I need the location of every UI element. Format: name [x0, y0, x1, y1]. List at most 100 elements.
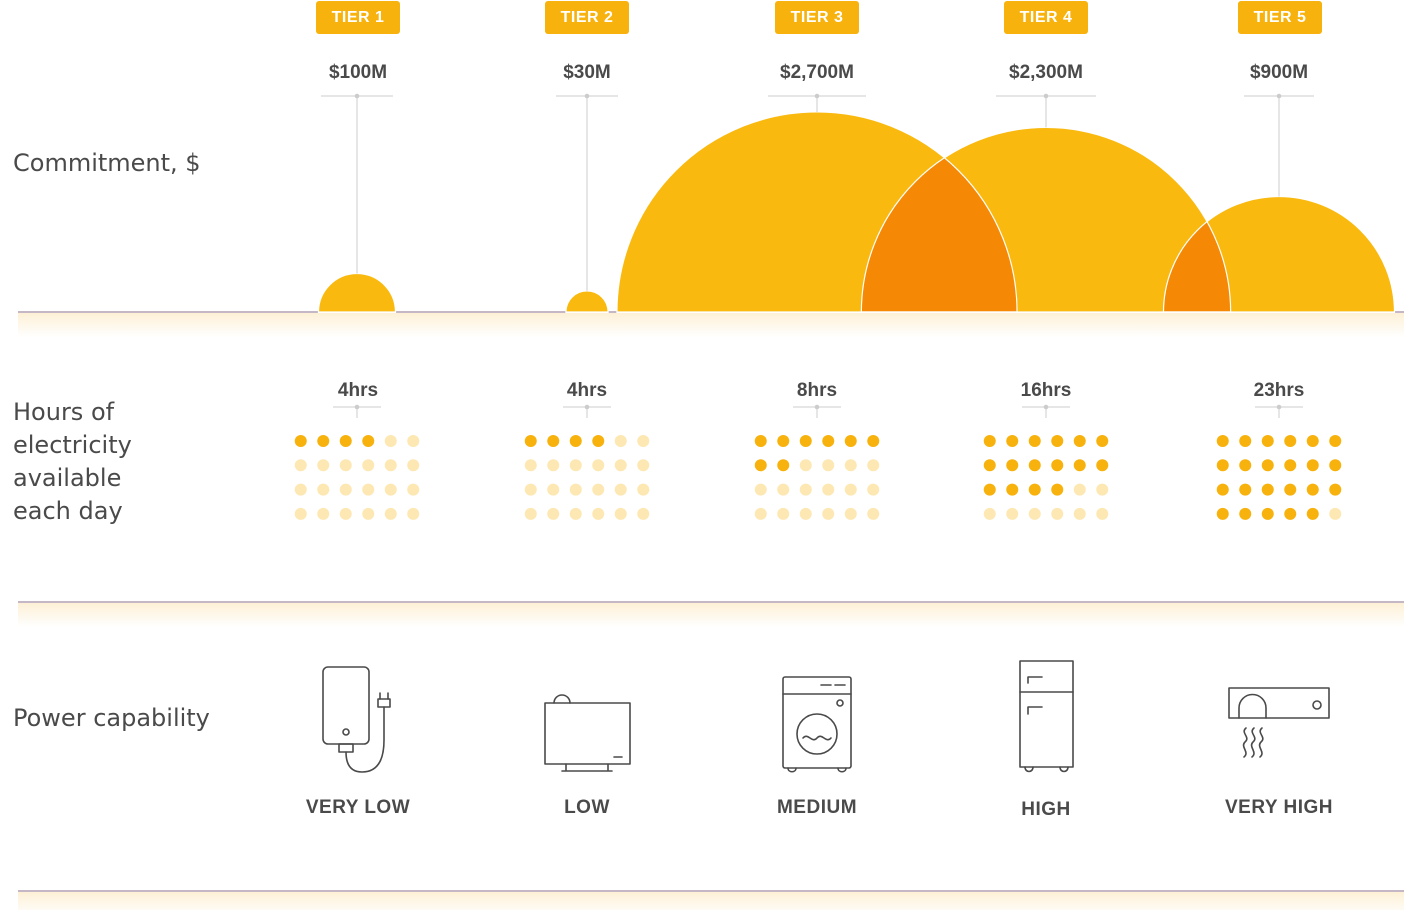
tier-badge: TIER 1 [316, 1, 400, 34]
connector-node [1043, 93, 1049, 99]
commitment-bubble [318, 273, 396, 312]
hour-dot-off [592, 483, 605, 496]
hour-dot-off [1051, 507, 1064, 520]
connector-node [584, 93, 590, 99]
hour-dot-on [1028, 459, 1041, 472]
hour-dot-on [1239, 507, 1252, 520]
hour-dot-off [777, 483, 790, 496]
hour-dot-off [1096, 483, 1109, 496]
commitment-value-label: $30M [563, 62, 611, 83]
hours-value-label: 23hrs [1253, 380, 1305, 401]
hour-dot-on [1216, 507, 1229, 520]
hour-dot-off [362, 483, 375, 496]
hour-dot-off [637, 507, 650, 520]
hour-dot-on [547, 435, 560, 447]
hour-dot-off [614, 507, 627, 520]
hour-dot-on [1006, 459, 1019, 472]
hour-dot-off [867, 483, 880, 496]
tier-badge: TIER 5 [1238, 1, 1322, 34]
hour-dot-off [799, 483, 812, 496]
hour-dot-off [983, 507, 996, 520]
hour-dot-on [1006, 483, 1019, 496]
connector-node [1043, 404, 1049, 410]
hours-value-label: 16hrs [1020, 380, 1072, 401]
appliance-icons [322, 660, 1330, 773]
hour-dot-off [407, 483, 420, 496]
hour-dot-on [362, 435, 375, 447]
hour-dot-off [614, 483, 627, 496]
power-level-label: MEDIUM [776, 797, 858, 818]
hour-dot-off [294, 459, 307, 472]
hour-dot-off [844, 507, 857, 520]
hour-dot-off [1028, 507, 1041, 520]
hour-dot-off [362, 459, 375, 472]
hour-dot-off [384, 459, 397, 472]
hour-dot-off [614, 435, 627, 447]
hour-dot-off [844, 483, 857, 496]
hour-dot-off [524, 507, 537, 520]
hour-dot-on [754, 435, 767, 447]
hour-dot-off [384, 483, 397, 496]
hour-dot-on [1239, 459, 1252, 472]
hour-dot-off [547, 507, 560, 520]
hour-dot-off [822, 507, 835, 520]
hour-dot-on [1284, 459, 1297, 472]
hour-dot-off [1006, 507, 1019, 520]
hour-dot-on [1261, 459, 1274, 472]
hour-dot-on [1261, 507, 1274, 520]
hour-dot-on [1284, 435, 1297, 447]
hour-dot-on [1306, 435, 1319, 447]
hour-dot-off [524, 459, 537, 472]
hour-dot-off [1329, 507, 1342, 520]
hour-dot-off [569, 507, 582, 520]
hour-dot-off [822, 459, 835, 472]
hour-dot-off [362, 507, 375, 520]
hour-dot-off [777, 507, 790, 520]
hour-dot-on [1216, 459, 1229, 472]
power-level-label: LOW [564, 797, 610, 818]
hour-dot-on [1261, 435, 1274, 447]
hour-dot-off [294, 483, 307, 496]
hour-dot-on [822, 435, 835, 447]
hour-dot-off [822, 483, 835, 496]
hour-dot-on [1216, 483, 1229, 496]
hour-dot-off [614, 459, 627, 472]
row-label-hours: Hours of electricity available each day [13, 398, 132, 525]
power-level-label: HIGH [1021, 799, 1071, 820]
divider-band [18, 313, 1404, 337]
hour-dot-off [1073, 507, 1086, 520]
hour-dot-on [754, 459, 767, 472]
commitment-value-label: $2,300M [1009, 62, 1083, 83]
hour-dot-off [407, 435, 420, 447]
hour-dot-off [339, 483, 352, 496]
hour-dot-on [524, 435, 537, 447]
hour-dot-on [983, 483, 996, 496]
connector-node [584, 404, 590, 410]
hour-dot-off [592, 459, 605, 472]
hour-dot-on [1028, 483, 1041, 496]
hour-dot-on [1306, 459, 1319, 472]
hour-dot-on [1216, 435, 1229, 447]
hour-dot-off [1073, 483, 1086, 496]
hour-dot-off [637, 483, 650, 496]
hour-dot-off [317, 459, 330, 472]
hour-dot-on [1284, 483, 1297, 496]
hours-dot-grids [294, 435, 1342, 520]
hour-dot-on [777, 459, 790, 472]
hour-dot-on [1073, 435, 1086, 447]
hour-dot-on [1329, 483, 1342, 496]
washing-machine-icon [782, 676, 852, 773]
hour-dot-on [1006, 435, 1019, 447]
hours-value-label: 8hrs [796, 380, 838, 401]
divider-bands [18, 311, 1404, 910]
connector-node [354, 93, 360, 99]
hour-dot-on [1051, 459, 1064, 472]
chart-canvas [18, 93, 1404, 910]
hour-dot-on [1306, 483, 1319, 496]
hour-dot-off [524, 483, 537, 496]
connector-node [814, 93, 820, 99]
hour-dot-off [547, 483, 560, 496]
hour-dot-on [867, 435, 880, 447]
hour-dot-off [384, 435, 397, 447]
hour-dot-off [637, 459, 650, 472]
